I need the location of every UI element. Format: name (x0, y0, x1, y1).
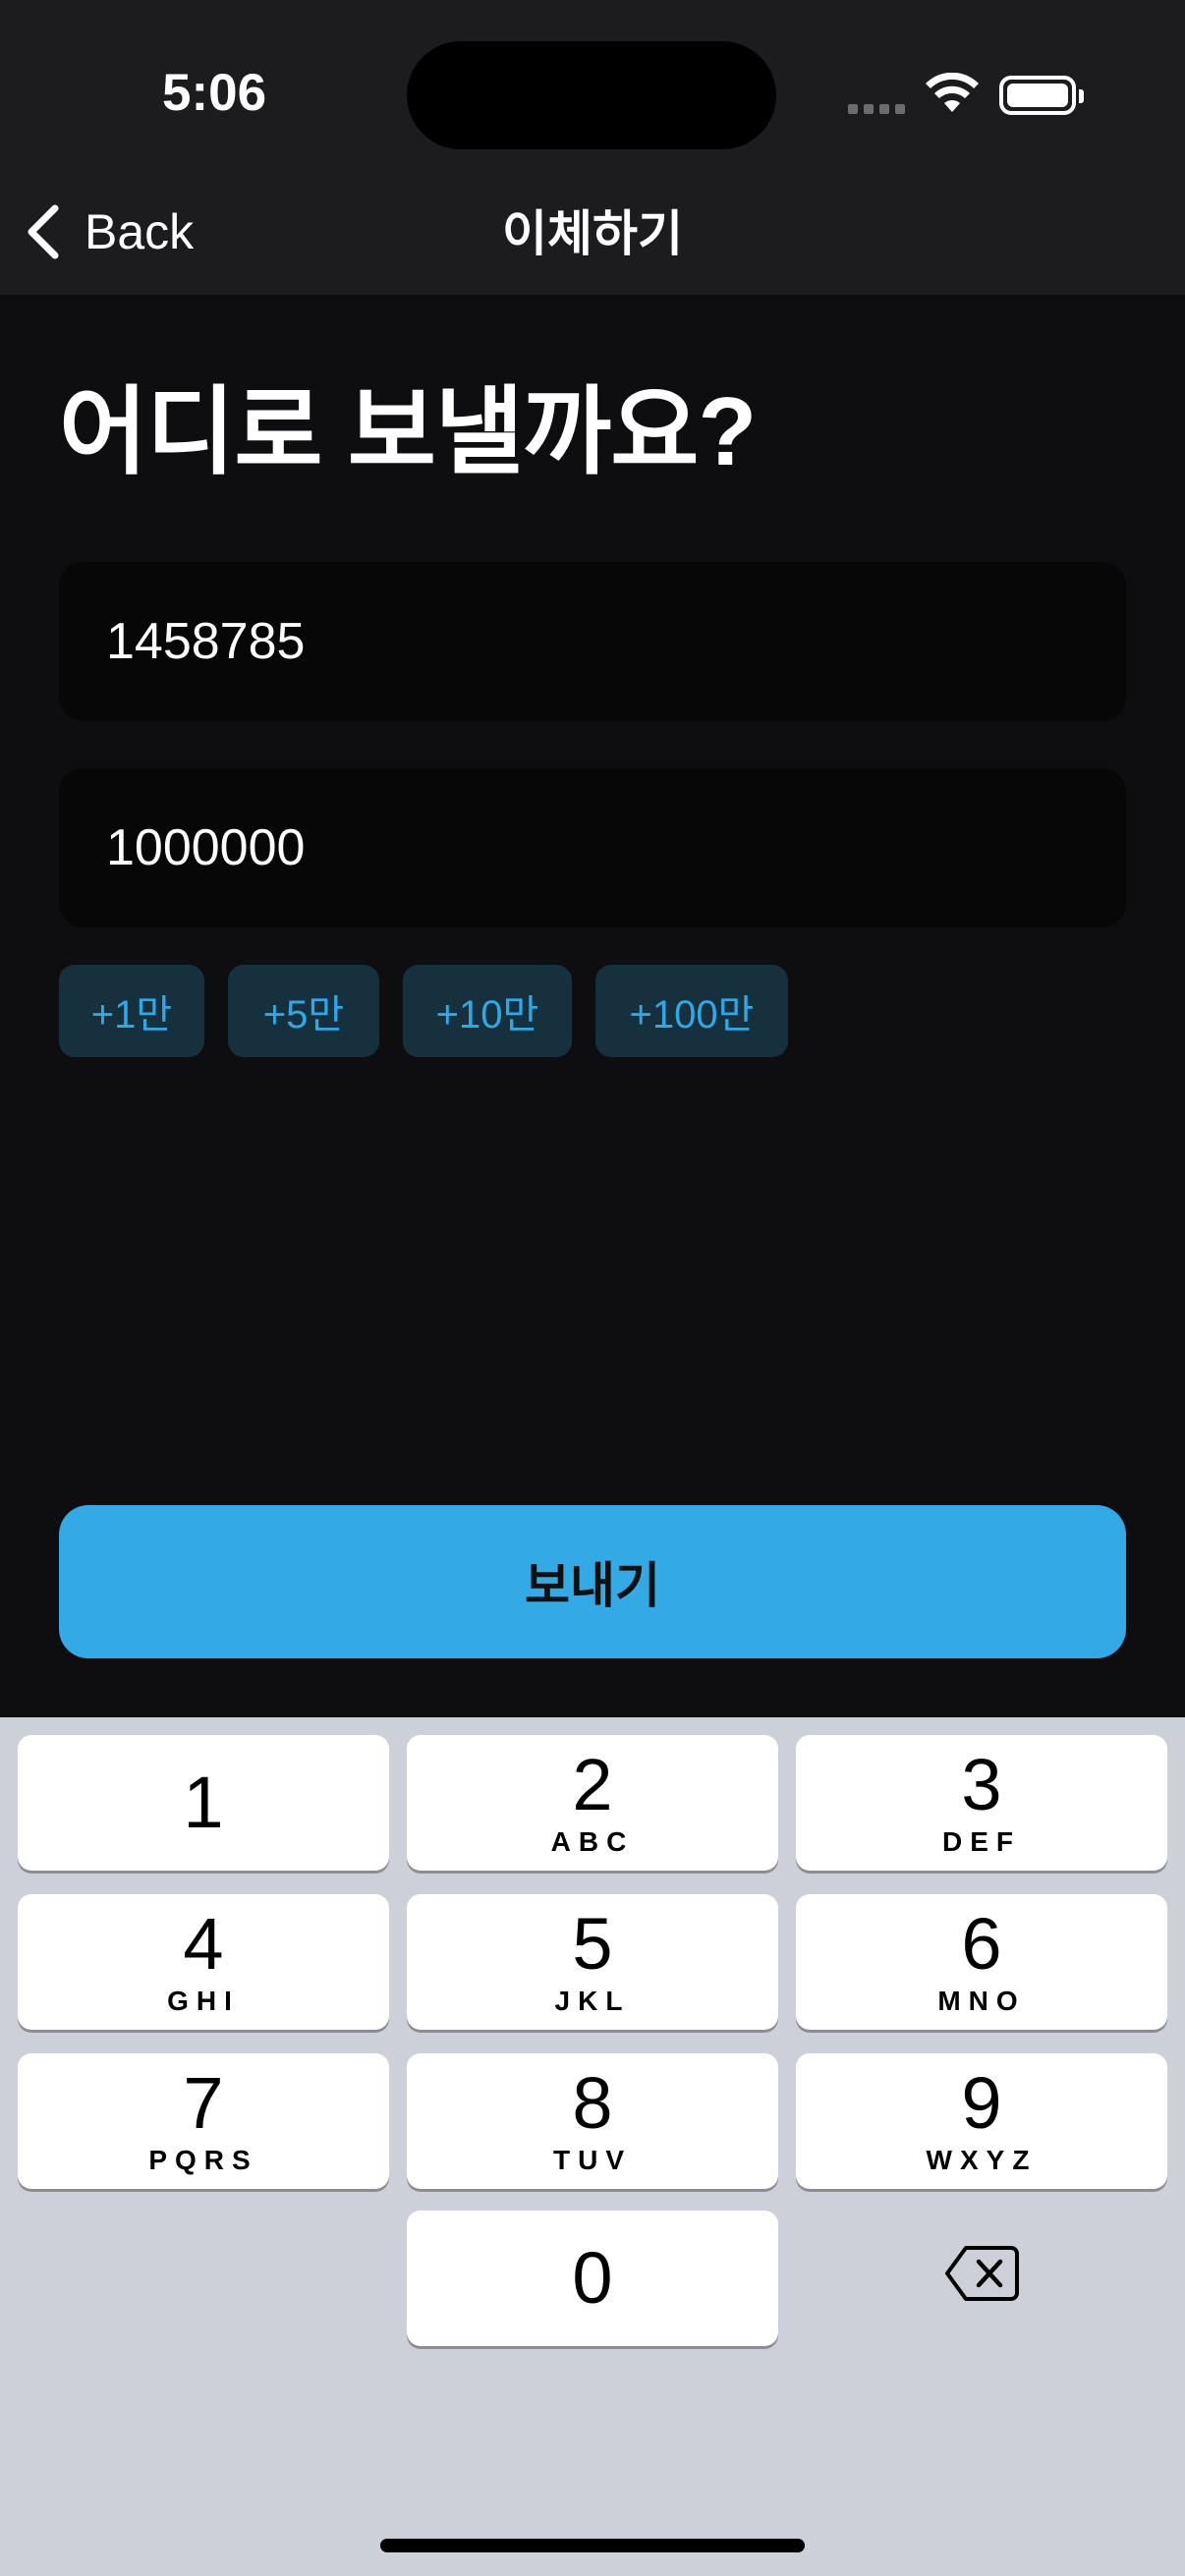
key-3[interactable]: 3 DEF (796, 1735, 1167, 1871)
account-number-value: 1458785 (106, 613, 306, 670)
delete-key[interactable] (796, 2206, 1167, 2341)
key-4[interactable]: 4 GHI (18, 1894, 389, 2030)
key-digit: 5 (572, 1903, 613, 1985)
key-digit: 7 (183, 2062, 224, 2144)
key-digit: 8 (572, 2062, 613, 2144)
quick-amount-button-3[interactable]: +10만 (403, 965, 572, 1057)
key-letters: WXYZ (926, 2145, 1038, 2175)
backspace-icon (945, 2246, 1019, 2301)
key-letters: TUV (553, 2145, 632, 2175)
key-8[interactable]: 8 TUV (407, 2053, 778, 2189)
key-digit: 0 (572, 2237, 613, 2319)
key-9[interactable]: 9 WXYZ (796, 2053, 1167, 2189)
page-title: 이체하기 (502, 206, 683, 261)
amount-field[interactable]: 1000000 (59, 768, 1126, 927)
amount-value: 1000000 (106, 819, 306, 876)
wifi-icon (926, 73, 979, 112)
status-time: 5:06 (162, 64, 267, 122)
key-letters: ABC (550, 1826, 635, 1857)
quick-amount-button-4[interactable]: +100만 (595, 965, 788, 1057)
key-0[interactable]: 0 (407, 2211, 778, 2346)
cellular-signal-icon (848, 104, 905, 114)
key-1[interactable]: 1 (18, 1735, 389, 1871)
key-digit: 1 (183, 1762, 224, 1843)
key-letters: MNO (937, 1986, 1026, 2016)
dynamic-island (407, 41, 776, 149)
key-digit: 9 (961, 2062, 1002, 2144)
transfer-screen: 5:06 Back 이체하기 어디로 보낼까요? 1458785 1000000… (0, 0, 1185, 2576)
quick-amount-chips: +1만 +5만 +10만 +100만 (59, 965, 788, 1057)
key-5[interactable]: 5 JKL (407, 1894, 778, 2030)
quick-amount-button-2[interactable]: +5만 (228, 965, 379, 1057)
key-letters: JKL (554, 1986, 631, 2016)
account-number-field[interactable]: 1458785 (59, 562, 1126, 721)
key-digit: 6 (961, 1903, 1002, 1985)
key-7[interactable]: 7 PQRS (18, 2053, 389, 2189)
battery-icon (999, 76, 1084, 115)
key-digit: 2 (572, 1744, 613, 1825)
home-indicator[interactable] (380, 2539, 805, 2552)
numeric-keypad: 1 2 ABC 3 DEF 4 GHI 5 JKL 6 MNO 7 PQRS 8… (0, 1717, 1185, 2576)
top-bar: 5:06 Back 이체하기 (0, 0, 1185, 295)
key-letters: GHI (167, 1986, 240, 2016)
quick-amount-button-1[interactable]: +1만 (59, 965, 204, 1057)
key-letters: DEF (942, 1826, 1021, 1857)
key-digit: 3 (961, 1744, 1002, 1825)
key-6[interactable]: 6 MNO (796, 1894, 1167, 2030)
heading: 어디로 보낼까요? (59, 377, 757, 485)
key-2[interactable]: 2 ABC (407, 1735, 778, 1871)
key-letters: PQRS (148, 2145, 258, 2175)
key-digit: 4 (183, 1903, 224, 1985)
send-button[interactable]: 보내기 (59, 1505, 1126, 1658)
